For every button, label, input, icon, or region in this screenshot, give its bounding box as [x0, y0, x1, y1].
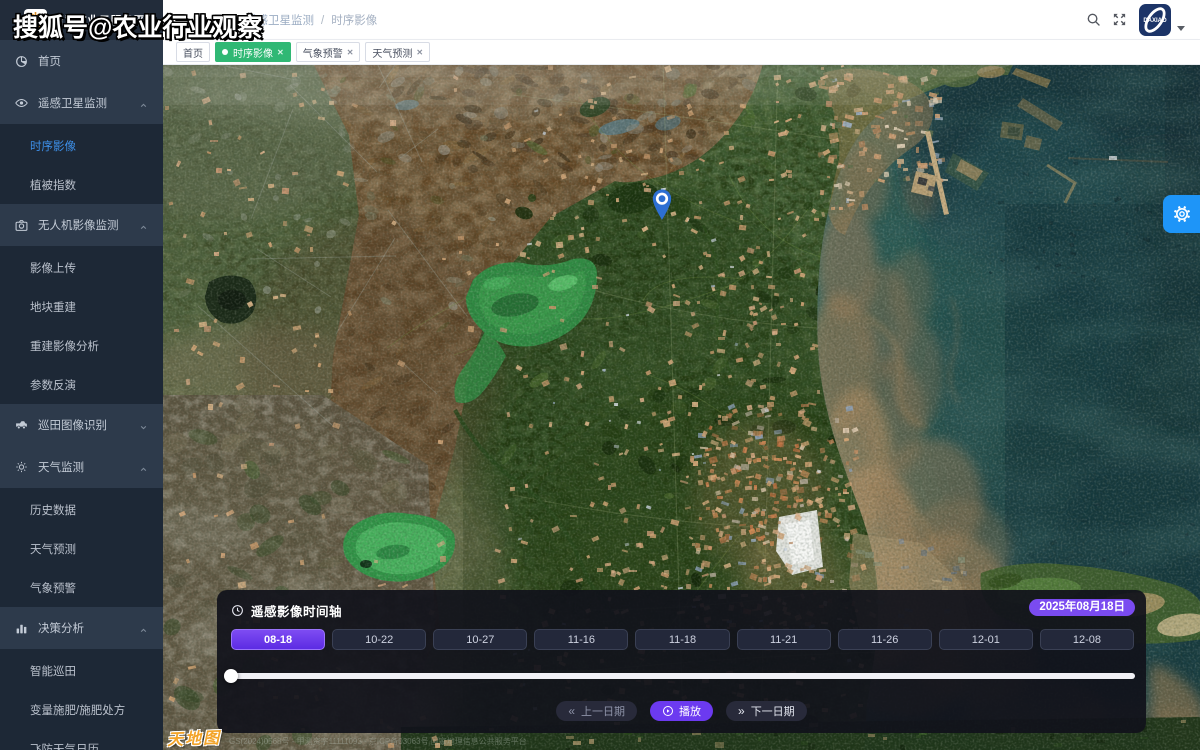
svg-text:DAXIAO: DAXIAO [1143, 18, 1167, 24]
